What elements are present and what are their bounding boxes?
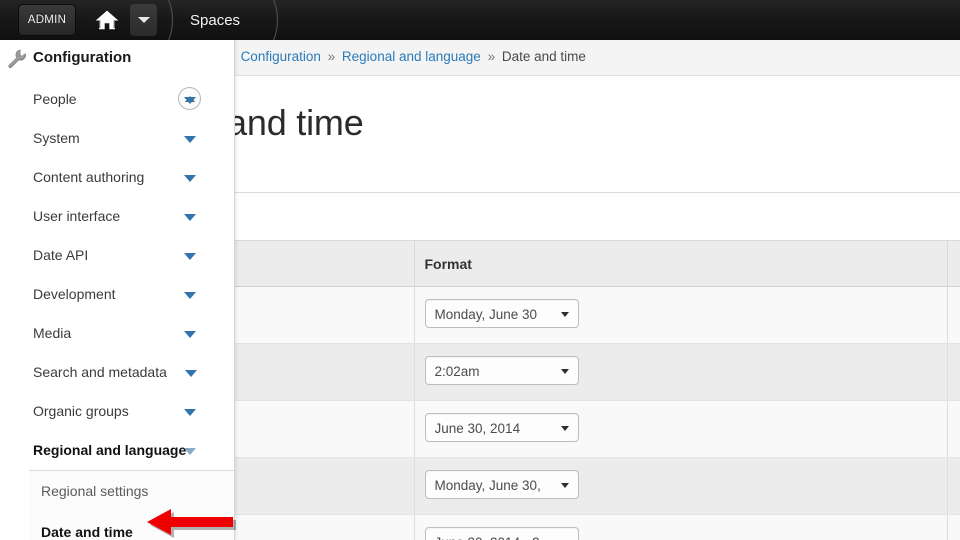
configuration-menu: People System Content authoring User int…	[0, 80, 234, 540]
breadcrumb-separator: »	[487, 49, 496, 64]
column-header-operations	[947, 240, 960, 287]
sidebar-item-content-authoring[interactable]: Content authoring	[0, 158, 234, 197]
sidebar-item-label: People	[33, 91, 77, 107]
tab-spaces[interactable]: Spaces	[190, 0, 240, 40]
chevron-down-icon[interactable]	[184, 214, 196, 221]
admin-button[interactable]: ADMIN	[18, 4, 76, 36]
format-select[interactable]: June 30, 2014 - 2	[424, 527, 579, 540]
toolbar-dropdown-button[interactable]	[130, 4, 157, 36]
sidebar-item-label: Development	[33, 286, 116, 302]
sidebar-item-date-and-time[interactable]: Date and time	[29, 512, 234, 540]
row-operations-cell	[947, 457, 960, 515]
sidebar-item-label: System	[33, 130, 80, 146]
sidebar-item-development[interactable]: Development	[0, 275, 234, 314]
chevron-down-icon[interactable]	[184, 292, 196, 299]
row-format-cell: June 30, 2014	[414, 400, 948, 458]
sidebar-item-label: User interface	[33, 208, 121, 224]
row-operations-cell	[947, 343, 960, 401]
chevron-down-icon	[560, 483, 569, 488]
row-operations-cell	[947, 400, 960, 458]
sidebar-item-label: Content authoring	[33, 169, 145, 185]
row-operations-cell	[947, 286, 960, 344]
sidebar-item-label: Date API	[33, 247, 89, 263]
format-select-value: June 30, 2014 - 2	[435, 528, 553, 540]
breadcrumb-item-current: Date and time	[501, 49, 586, 64]
format-select[interactable]: Monday, June 30,	[424, 470, 579, 499]
sidebar-item-media[interactable]: Media	[0, 314, 234, 353]
tab-separator-right	[268, 0, 290, 40]
chevron-down-icon	[560, 312, 569, 317]
format-select[interactable]: June 30, 2014	[424, 413, 579, 442]
breadcrumb: n » Configuration » Regional and languag…	[212, 49, 586, 64]
configuration-panel: Configuration People System Content auth…	[0, 40, 235, 540]
wrench-icon	[6, 48, 28, 70]
sidebar-item-label: Regional settings	[41, 483, 149, 499]
format-select-value: Monday, June 30	[434, 307, 538, 322]
sidebar-item-search-and-metadata[interactable]: Search and metadata	[0, 353, 234, 392]
format-select[interactable]: Monday, June 30	[424, 299, 579, 328]
row-format-cell: June 30, 2014 - 2	[414, 514, 948, 540]
sidebar-item-label: Regional and language	[33, 442, 187, 458]
admin-toolbar: ADMIN Spaces	[0, 0, 960, 40]
format-select-value: June 30, 2014	[434, 421, 521, 436]
chevron-down-icon[interactable]	[184, 175, 196, 182]
screen: ADMIN Spaces n	[0, 0, 960, 540]
chevron-down-icon	[560, 369, 569, 374]
column-header-format: Format	[414, 240, 948, 287]
sidebar-item-label: Organic groups	[33, 403, 129, 419]
sidebar-submenu-container: Regional settings Date and time	[0, 470, 234, 540]
chevron-down-icon[interactable]	[184, 409, 196, 416]
sidebar-item-label: Media	[33, 325, 72, 341]
breadcrumb-separator: »	[327, 49, 336, 64]
row-operations-cell	[947, 514, 960, 540]
chevron-down-icon[interactable]	[184, 97, 196, 104]
format-select-value: 2:02am	[434, 364, 480, 379]
chevron-down-icon	[560, 426, 569, 431]
breadcrumb-item-1[interactable]: Configuration	[241, 49, 321, 64]
tab-spaces-label: Spaces	[190, 11, 241, 29]
sidebar-item-label: Search and metadata	[33, 364, 167, 380]
format-select-value: Monday, June 30,	[434, 478, 541, 493]
chevron-down-icon[interactable]	[185, 370, 197, 377]
row-format-cell: Monday, June 30	[414, 286, 948, 344]
chevron-down-icon[interactable]	[184, 136, 196, 143]
row-format-cell: Monday, June 30,	[414, 457, 948, 515]
sidebar-item-user-interface[interactable]: User interface	[0, 197, 234, 236]
tab-separator-left	[163, 0, 185, 40]
sidebar-item-organic-groups[interactable]: Organic groups	[0, 392, 234, 431]
configuration-panel-header: Configuration	[0, 40, 234, 77]
chevron-down-icon[interactable]	[184, 448, 196, 455]
home-icon[interactable]	[92, 6, 122, 34]
sidebar-item-regional-and-language[interactable]: Regional and language	[0, 431, 234, 470]
breadcrumb-item-2[interactable]: Regional and language	[342, 49, 481, 64]
chevron-down-icon	[137, 17, 150, 23]
sidebar-item-date-api[interactable]: Date API	[0, 236, 234, 275]
row-format-cell: 2:02am	[414, 343, 948, 401]
sidebar-item-people[interactable]: People	[0, 80, 234, 119]
regional-and-language-submenu: Regional settings Date and time	[29, 470, 234, 540]
sidebar-item-label: Date and time	[41, 524, 133, 540]
chevron-down-icon[interactable]	[184, 331, 196, 338]
chevron-down-icon[interactable]	[184, 253, 196, 260]
format-select[interactable]: 2:02am	[424, 356, 579, 385]
sidebar-item-system[interactable]: System	[0, 119, 234, 158]
configuration-panel-title: Configuration	[33, 49, 132, 66]
sidebar-item-regional-settings[interactable]: Regional settings	[29, 471, 234, 512]
admin-button-label: ADMIN	[27, 14, 67, 26]
